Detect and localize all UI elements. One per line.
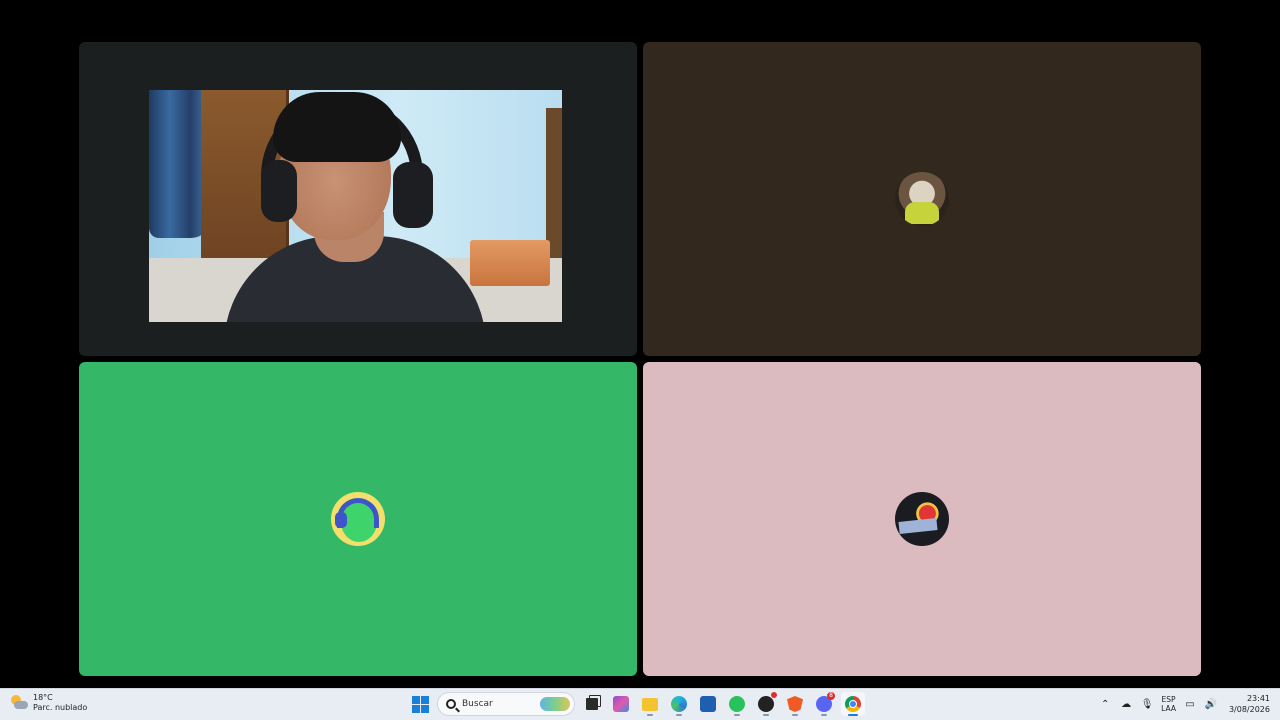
participant-avatar xyxy=(895,492,949,546)
search-highlight-icon xyxy=(540,697,570,711)
participant-avatar xyxy=(331,492,385,546)
github-icon xyxy=(758,696,774,712)
weather-widget[interactable]: 18°C Parc. nublado xyxy=(10,693,87,713)
store-icon xyxy=(700,696,716,712)
call-stage xyxy=(0,0,1280,688)
discord-button[interactable]: 8 xyxy=(812,692,836,716)
notification-badge: 8 xyxy=(827,692,835,700)
notification-badge xyxy=(771,692,777,698)
whatsapp-icon xyxy=(729,696,745,712)
github-button[interactable] xyxy=(754,692,778,716)
edge-button[interactable] xyxy=(667,692,691,716)
clock-time: 23:41 xyxy=(1246,694,1270,703)
cloud-offline-icon[interactable]: ☁ xyxy=(1119,697,1133,711)
input-language[interactable]: ESP LAA xyxy=(1161,695,1176,713)
widgets-button[interactable] xyxy=(609,692,633,716)
search-placeholder: Buscar xyxy=(462,699,493,709)
partly-cloudy-icon xyxy=(10,694,28,712)
taskbar: 18°C Parc. nublado Buscar 8 ⌃ ☁ 🎙 ESP LA… xyxy=(0,688,1280,720)
search-icon xyxy=(446,699,456,709)
whatsapp-button[interactable] xyxy=(725,692,749,716)
taskbar-apps: Buscar 8 xyxy=(408,692,865,716)
edge-icon xyxy=(671,696,687,712)
system-tray: ⌃ ☁ 🎙 ESP LAA ▭ 🔊 23:41 3/08/2026 xyxy=(1098,693,1270,715)
weather-temp: 18°C xyxy=(33,693,53,702)
chrome-button[interactable] xyxy=(841,692,865,716)
weather-desc: Parc. nublado xyxy=(33,703,88,712)
task-view-button[interactable] xyxy=(580,692,604,716)
chevron-up-icon[interactable]: ⌃ xyxy=(1098,697,1112,711)
taskbar-search[interactable]: Buscar xyxy=(437,692,575,716)
participant-tile-camera[interactable] xyxy=(79,42,637,356)
brave-button[interactable] xyxy=(783,692,807,716)
volume-icon[interactable]: 🔊 xyxy=(1204,697,1218,711)
participant-avatar xyxy=(895,172,949,226)
brave-icon xyxy=(787,696,803,712)
windows-icon xyxy=(411,695,429,713)
file-explorer-button[interactable] xyxy=(638,692,662,716)
clock[interactable]: 23:41 3/08/2026 xyxy=(1229,693,1270,715)
start-button[interactable] xyxy=(408,692,432,716)
participant-tile-4[interactable] xyxy=(643,362,1201,676)
store-button[interactable] xyxy=(696,692,720,716)
participant-video xyxy=(149,90,562,322)
task-view-icon xyxy=(586,698,598,710)
chrome-icon xyxy=(845,696,861,712)
widgets-icon xyxy=(613,696,629,712)
clock-date: 3/08/2026 xyxy=(1228,705,1270,714)
participant-tile-3[interactable] xyxy=(79,362,637,676)
display-icon[interactable]: ▭ xyxy=(1183,697,1197,711)
folder-icon xyxy=(642,697,658,711)
microphone-icon[interactable]: 🎙 xyxy=(1140,697,1154,711)
participant-tile-2[interactable] xyxy=(643,42,1201,356)
